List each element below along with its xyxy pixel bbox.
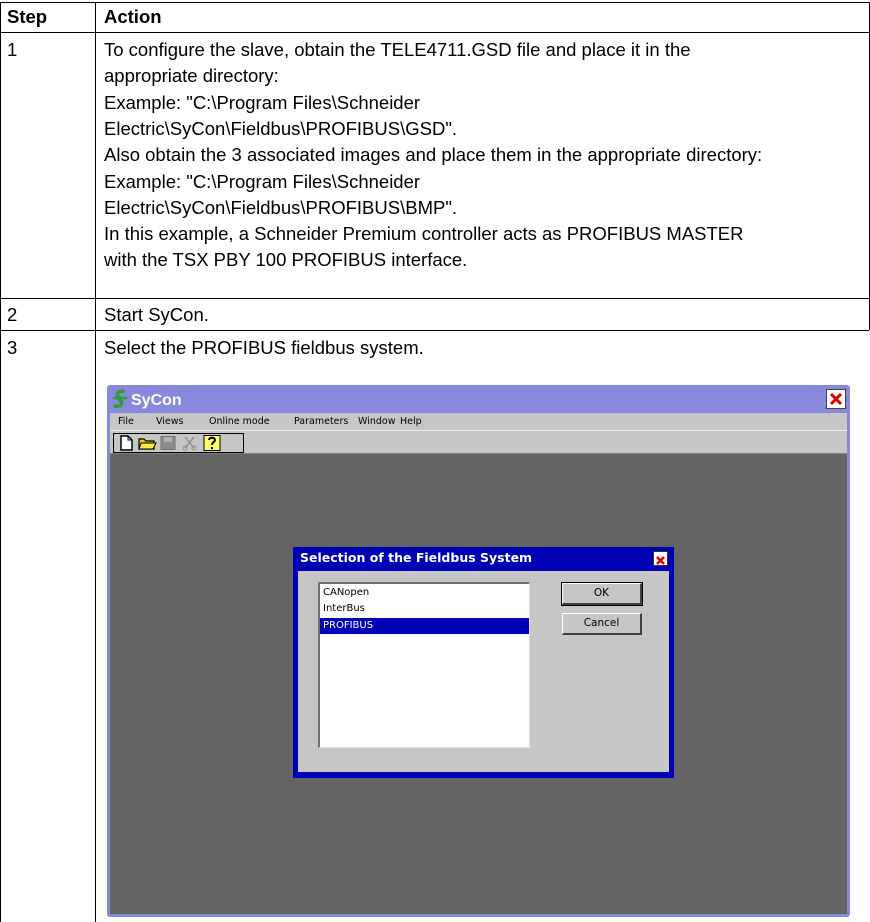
dialog-title: Selection of the Fieldbus System xyxy=(300,550,533,565)
step-3-text: Select the PROFIBUS fieldbus system. xyxy=(104,337,424,358)
ok-button[interactable]: OK xyxy=(561,582,643,606)
list-item-canopen[interactable]: CANopen xyxy=(320,585,529,601)
header-action: Action xyxy=(104,6,162,27)
row-2-border xyxy=(0,330,869,331)
dialog-body: CANopen InterBus PROFIBUS OK Cancel xyxy=(298,571,669,772)
step-1-line: Electric\SyCon\Fieldbus\PROFIBUS\BMP". xyxy=(104,196,458,218)
window-close-button[interactable] xyxy=(826,389,846,409)
menu-views[interactable]: Views xyxy=(156,416,184,427)
menu-parameters[interactable]: Parameters xyxy=(294,416,348,427)
menu-file[interactable]: File xyxy=(118,416,134,427)
menu-window[interactable]: Window xyxy=(358,416,395,427)
help-icon[interactable] xyxy=(202,435,222,451)
sycon-screenshot: SyCon File Views Online mode Parameters … xyxy=(107,385,850,917)
step-1-line: Example: "C:\Program Files\Schneider xyxy=(104,170,421,192)
header-row-border xyxy=(0,32,869,33)
fieldbus-selection-dialog: Selection of the Fieldbus System CANopen… xyxy=(293,547,674,778)
close-icon xyxy=(829,392,843,406)
step-number: 1 xyxy=(7,39,18,60)
cancel-button[interactable]: Cancel xyxy=(562,613,642,635)
fieldbus-listbox[interactable]: CANopen InterBus PROFIBUS xyxy=(318,582,530,748)
new-file-icon[interactable] xyxy=(116,435,136,451)
dialog-close-button[interactable] xyxy=(653,551,668,566)
step-1-line: Example: "C:\Program Files\Schneider xyxy=(104,91,421,113)
open-folder-icon[interactable] xyxy=(137,435,157,451)
toolbar xyxy=(110,430,847,454)
toolbar-group xyxy=(113,433,244,453)
step-1-line: To configure the slave, obtain the TELE4… xyxy=(104,39,691,60)
step-number: 2 xyxy=(7,304,18,325)
list-item-interbus[interactable]: InterBus xyxy=(320,601,529,617)
step-1-line: appropriate directory: xyxy=(104,65,279,87)
sycon-logo-icon xyxy=(112,389,128,408)
step-1-line: Electric\SyCon\Fieldbus\PROFIBUS\GSD". xyxy=(104,117,458,139)
step-2-text: Start SyCon. xyxy=(104,304,209,325)
workspace: Selection of the Fieldbus System CANopen… xyxy=(110,454,847,914)
menu-bar: File Views Online mode Parameters Window… xyxy=(110,413,847,430)
window-title: SyCon xyxy=(131,392,182,409)
list-item-profibus[interactable]: PROFIBUS xyxy=(320,618,529,634)
table-left-border xyxy=(0,2,1,922)
sycon-window: SyCon File Views Online mode Parameters … xyxy=(107,385,850,917)
cut-icon[interactable] xyxy=(180,435,200,451)
column-divider xyxy=(95,2,96,922)
step-1-line: Also obtain the 3 associated images and … xyxy=(104,144,763,166)
menu-help[interactable]: Help xyxy=(400,416,422,427)
menu-online-mode[interactable]: Online mode xyxy=(209,416,270,427)
step-number: 3 xyxy=(7,337,18,358)
row-1-border xyxy=(0,298,869,299)
step-1-line: with the TSX PBY 100 PROFIBUS interface. xyxy=(104,249,468,271)
step-1-line: In this example, a Schneider Premium con… xyxy=(104,223,744,245)
close-icon xyxy=(656,556,665,565)
save-icon[interactable] xyxy=(158,435,178,451)
header-step: Step xyxy=(7,6,48,27)
table-top-border xyxy=(0,2,869,3)
